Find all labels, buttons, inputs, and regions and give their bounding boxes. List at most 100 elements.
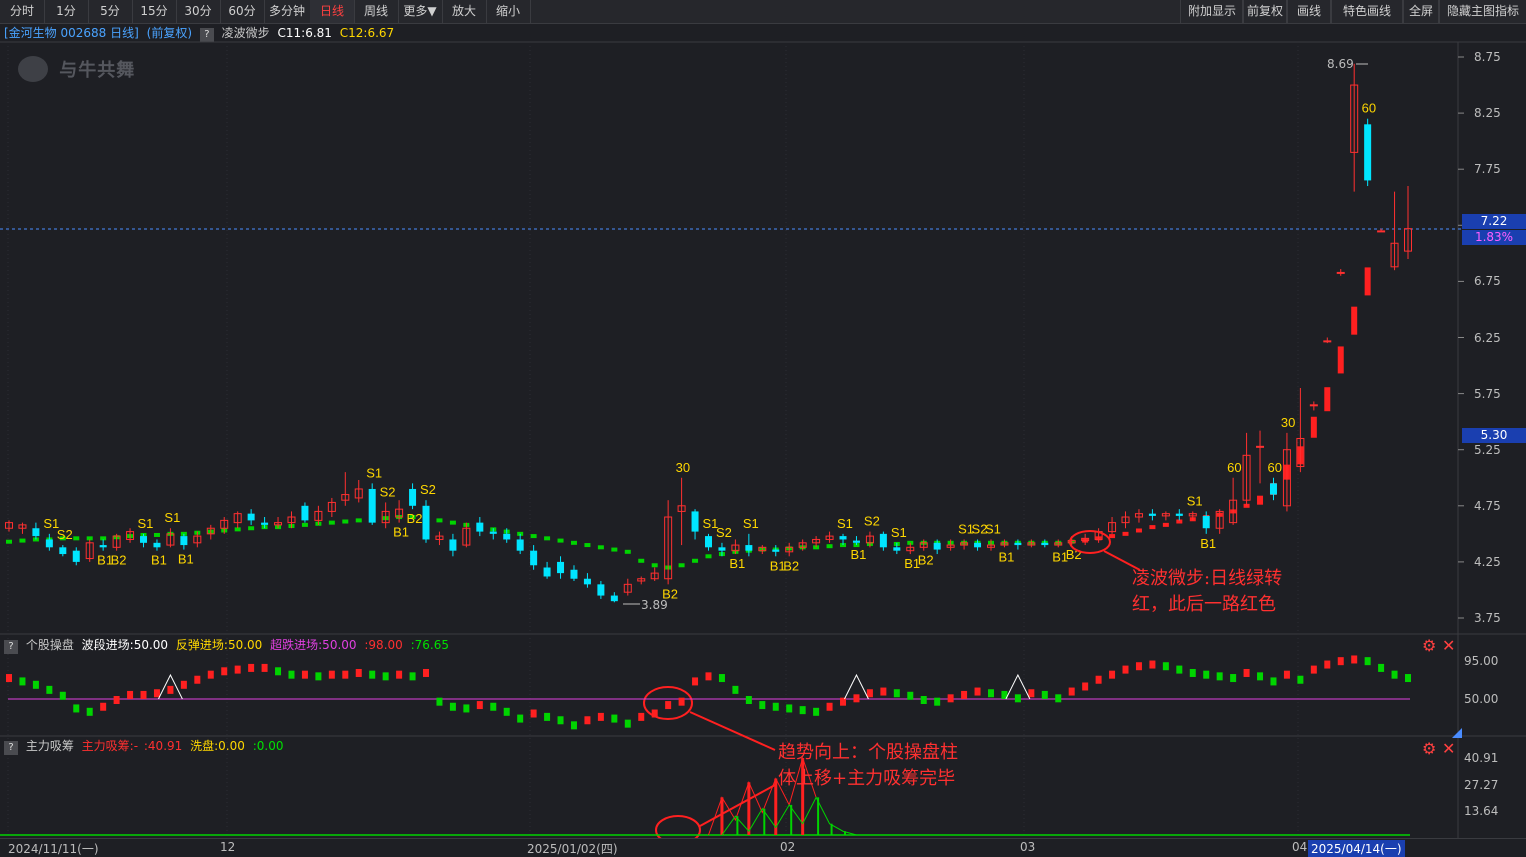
candle-body (1041, 542, 1049, 546)
candle-body (852, 540, 860, 543)
pane2-bar (73, 704, 80, 713)
pane2-bar (853, 694, 860, 703)
pane3-axis-low: 13.64 (1464, 804, 1499, 818)
pane2-close-icon[interactable]: ✕ (1442, 636, 1455, 655)
pane2-bar (759, 701, 766, 710)
pane3-axis-mid: 27.27 (1464, 778, 1499, 792)
signal-tag: S2 (380, 484, 396, 499)
pane2-bar (570, 721, 577, 730)
ma-dash (1310, 416, 1317, 438)
signal-tag: S2 (716, 525, 732, 540)
signal-tag: B2 (111, 553, 127, 568)
candle-body (691, 511, 699, 532)
ma-dash (651, 563, 658, 568)
pane3-settings-icon[interactable]: ⚙ (1422, 739, 1436, 758)
candle-body (879, 533, 887, 548)
pane2-bar (934, 697, 941, 706)
pane2-bar (1082, 682, 1089, 691)
ma-dash (1162, 522, 1169, 527)
ma-dash (1149, 525, 1156, 530)
pane2-bar (1162, 662, 1169, 671)
pane2-bar (557, 716, 564, 725)
candle-body (180, 536, 188, 546)
candle-body (247, 513, 255, 521)
pane2-bar (423, 668, 430, 677)
signal-tag: S2 (57, 527, 73, 542)
pane2-axis-50: 50.00 (1464, 692, 1499, 706)
ma-dash (328, 520, 335, 525)
candle-body (1014, 542, 1022, 546)
pane3-close-icon[interactable]: ✕ (1442, 739, 1455, 758)
pane2-settings-icon[interactable]: ⚙ (1422, 636, 1436, 655)
date-label-feb: 02 (780, 840, 796, 854)
pane2-bar (826, 702, 833, 711)
pane2-bar (799, 706, 806, 715)
pane2-bar (167, 685, 174, 694)
candle-body (476, 522, 484, 532)
pane2-bar (19, 677, 26, 686)
candle-body (1175, 513, 1183, 516)
candle-body (610, 595, 618, 602)
pane2-bar (449, 702, 456, 711)
ma-dash (436, 518, 443, 523)
pane2-bar (1324, 660, 1331, 669)
ma-dash (544, 536, 551, 541)
signal-tag: B1 (151, 553, 167, 568)
pane2-bar (692, 677, 699, 686)
signal-tag: B2 (783, 558, 799, 573)
pane2-bar (194, 675, 201, 684)
pane2-bar (1364, 657, 1371, 666)
pane2-bar (786, 704, 793, 713)
candle-body (516, 539, 524, 551)
pane2-bar (638, 712, 645, 721)
candle-body (772, 549, 780, 552)
candle-body (557, 561, 565, 574)
pane2-bar (1283, 670, 1290, 679)
pane2-bar (261, 663, 268, 672)
pane2-bar (1378, 663, 1385, 672)
ma-dash (530, 534, 537, 539)
pane3-header: ? 主力吸筹 主力吸筹:- :40.91 洗盘:0.00 :0.00 (0, 738, 283, 755)
ma-dash (1351, 306, 1358, 335)
ma-dash (557, 538, 564, 543)
signal-tag: S2 (864, 514, 880, 529)
pane2-bar (140, 690, 147, 699)
candle-body (489, 531, 497, 534)
pane3-accum-value: :40.91 (143, 739, 183, 753)
ma-dash (1324, 387, 1331, 412)
ma-dash (624, 549, 631, 554)
signal-tag: S1 (837, 516, 853, 531)
candle-body (530, 550, 538, 566)
pane2-bar (651, 709, 658, 718)
candle-body (1336, 271, 1345, 274)
ma-dash (597, 545, 604, 550)
signal-tag: 30 (1281, 415, 1295, 430)
price-axis-label: 4.75 (1474, 498, 1501, 513)
pane2-bar (678, 697, 685, 706)
pane2-bar (288, 670, 295, 679)
pane3-help-icon[interactable]: ? (4, 741, 18, 755)
ma-dash (355, 518, 362, 523)
candle-body (1364, 124, 1372, 181)
pane2-bar (1095, 675, 1102, 684)
pane2-help-icon[interactable]: ? (4, 640, 18, 654)
pane2-bar (301, 670, 308, 679)
pane2-bar (893, 689, 900, 698)
pane2-bar (517, 714, 524, 723)
pane2-bar (1270, 677, 1277, 686)
pane2-bar (866, 689, 873, 698)
pane2-bar (1014, 694, 1021, 703)
candle-body (1148, 513, 1156, 516)
pane2-bar (476, 701, 483, 710)
pane3-name[interactable]: 主力吸筹 (26, 739, 74, 753)
pane2-name[interactable]: 个股操盘 (26, 638, 74, 652)
price-axis-label: 5.75 (1474, 386, 1501, 401)
pane2-bar (382, 672, 389, 681)
ma-dash (678, 563, 685, 568)
ma-dash (1257, 495, 1264, 505)
candle-body (301, 505, 309, 521)
pane2-bar (813, 707, 820, 716)
ma-dash (342, 519, 349, 524)
signal-tag: S1 (743, 516, 759, 531)
signal-tag: B1 (393, 525, 409, 540)
